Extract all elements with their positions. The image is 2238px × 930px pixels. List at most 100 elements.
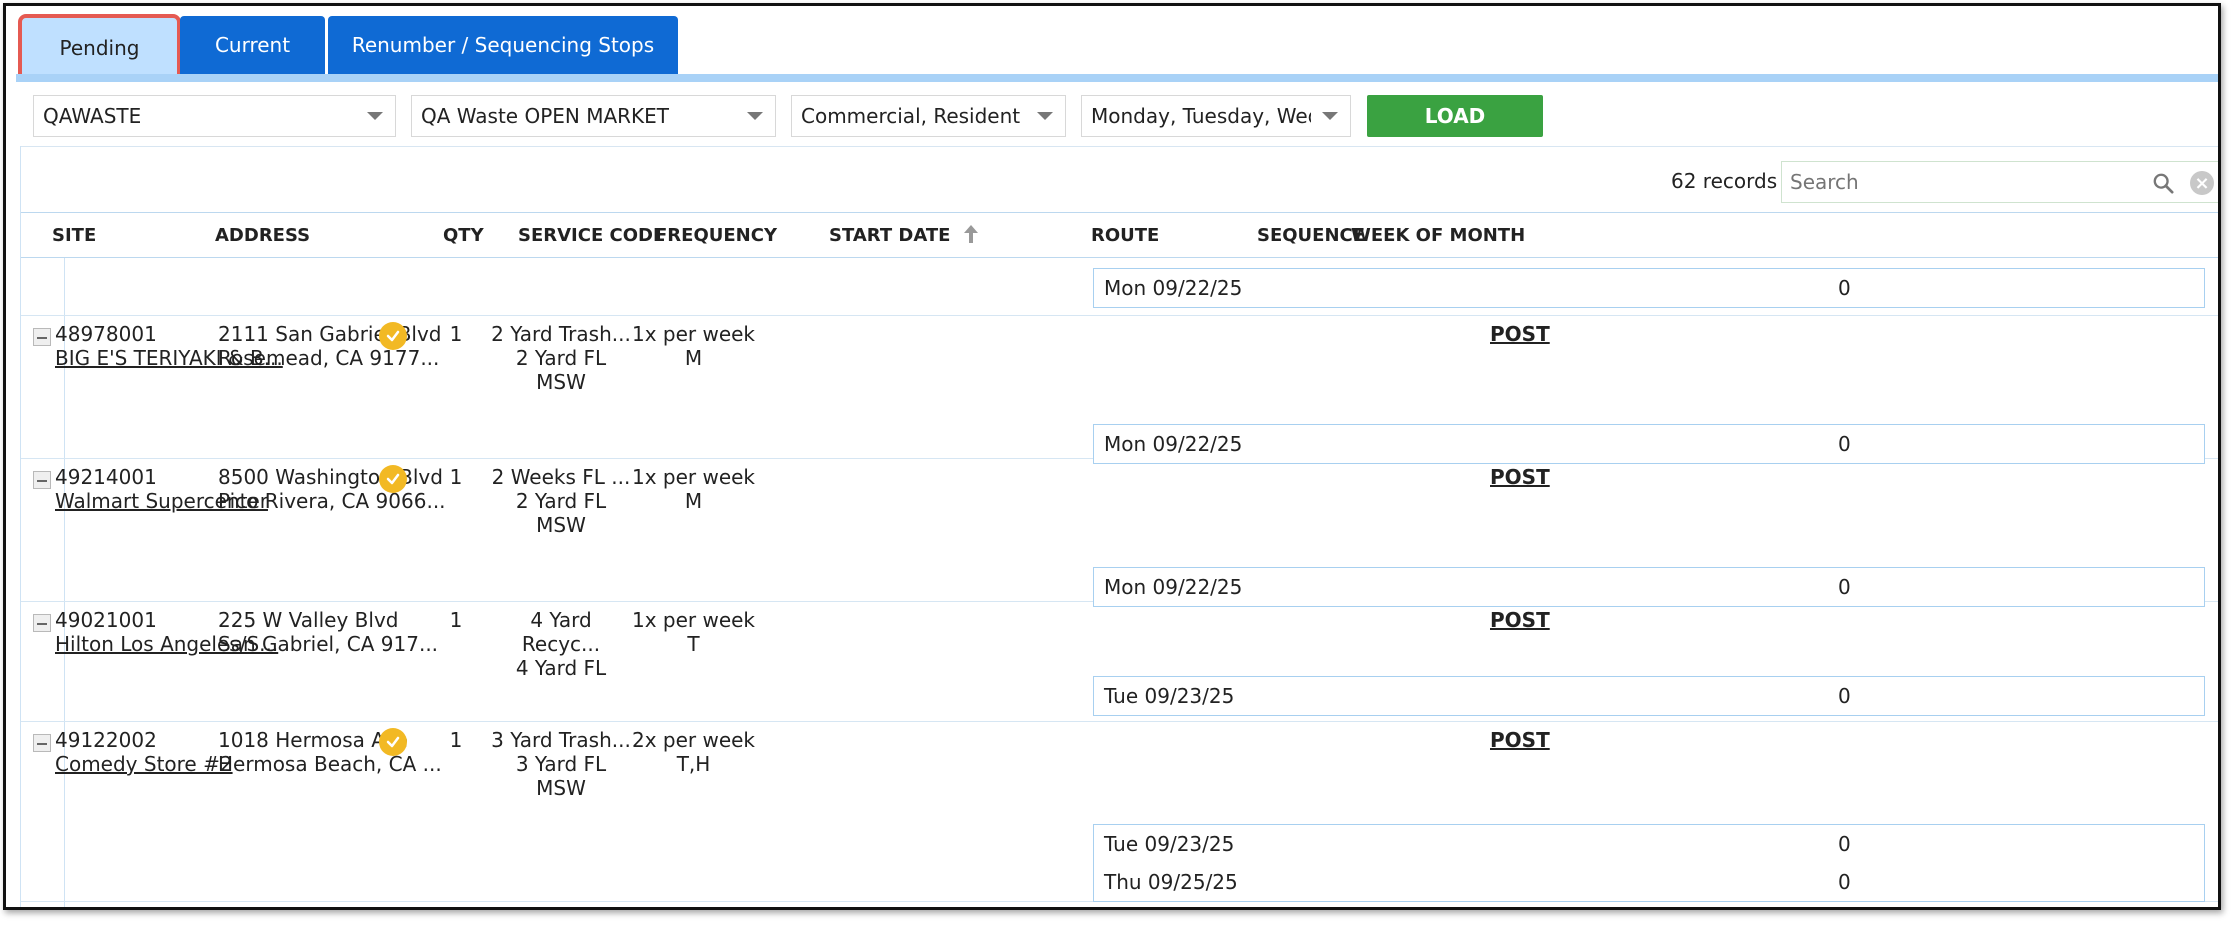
address-line-2: Pico Rivera, CA 9066...: [218, 489, 446, 513]
collapse-icon[interactable]: [33, 734, 51, 752]
chevron-down-icon: [367, 112, 383, 120]
search-icon[interactable]: [2152, 172, 2174, 194]
service-line: 2 Yard FL: [515, 346, 607, 370]
site-id: 49122002: [55, 728, 157, 752]
address-line-1: 8500 Washington Blvd: [218, 465, 443, 489]
schedule-date: Tue 09/23/25: [1104, 684, 1235, 708]
table-row: 49122002 Comedy Store #2 1018 Hermosa Av…: [21, 722, 2218, 902]
schedule-box: Mon 09/22/25 0: [1093, 268, 2205, 308]
address-cell: 8500 Washington Blvd Pico Rivera, CA 906…: [218, 465, 446, 513]
collapse-icon[interactable]: [33, 471, 51, 489]
schedule-box: Mon 09/22/25 0: [1093, 567, 2205, 607]
address-line-2: Rosemead, CA 9177...: [218, 346, 440, 370]
table-row: Mon 09/22/25 0: [21, 258, 2218, 316]
service-line: 2 Yard Trash...: [491, 322, 631, 346]
post-link[interactable]: POST: [1490, 465, 1550, 489]
qty-cell: 1: [449, 322, 463, 346]
table-row: 49214001 Walmart Supercenter 8500 Washin…: [21, 459, 2218, 607]
service-line: MSW: [536, 370, 586, 394]
grid-toolbar: 62 records ×: [21, 146, 2218, 212]
schedule-box: Tue 09/23/25 0: [1093, 676, 2205, 716]
service-type-select[interactable]: Commercial, Residential: [791, 95, 1066, 137]
address-cell: 225 W Valley Blvd San Gabriel, CA 917...: [218, 608, 438, 656]
col-start-date-label: START DATE: [829, 225, 951, 246]
schedule-line[interactable]: Tue 09/23/25 0: [1094, 677, 2204, 715]
frequency-days: T: [687, 632, 700, 656]
col-sequence[interactable]: SEQUENCE: [1257, 225, 1365, 246]
sort-ascending-icon: [963, 225, 978, 243]
col-start-date[interactable]: START DATE: [829, 225, 979, 246]
tab-current[interactable]: Current: [180, 16, 325, 74]
address-line-1: 2111 San Gabriel Blvd: [218, 322, 442, 346]
verified-check-icon: [379, 322, 407, 350]
site-name-link[interactable]: Comedy Store #2: [55, 752, 233, 776]
verified-check-icon: [379, 728, 407, 756]
service-line: 3 Yard Trash...: [491, 728, 631, 752]
app-window: Pending Current Renumber / Sequencing St…: [3, 3, 2221, 910]
schedule-line[interactable]: Mon 09/22/25 0: [1094, 269, 2204, 307]
company-select-value: QAWASTE: [43, 104, 142, 128]
col-qty[interactable]: QTY: [443, 225, 484, 246]
schedule-sequence: 0: [1838, 276, 1851, 300]
load-button[interactable]: LOAD: [1367, 95, 1543, 137]
service-line: 4 Yard Recyc...: [521, 608, 601, 656]
service-code-cell: 2 Weeks FL ... 2 Yard FL MSW: [491, 465, 631, 537]
col-site[interactable]: SITE: [52, 225, 96, 246]
record-count: 62 records: [1671, 169, 1778, 193]
schedule-line[interactable]: Mon 09/22/25 0: [1094, 425, 2204, 463]
address-cell: 2111 San Gabriel Blvd Rosemead, CA 9177.…: [218, 322, 442, 370]
days-select[interactable]: Monday, Tuesday, Wednesday: [1081, 95, 1351, 137]
grid-header: SITE ADDRESS QTY SERVICE CODE FREQUENCY …: [21, 212, 2218, 258]
tab-renumber-sequencing-stops[interactable]: Renumber / Sequencing Stops: [328, 16, 678, 74]
address-line-2: Hermosa Beach, CA ...: [218, 752, 442, 776]
days-select-value: Monday, Tuesday, Wednesday: [1091, 104, 1311, 128]
market-select[interactable]: QA Waste OPEN MARKET: [411, 95, 776, 137]
clear-search-icon[interactable]: ×: [2190, 171, 2214, 195]
service-line: MSW: [536, 776, 586, 800]
schedule-date: Mon 09/22/25: [1104, 432, 1243, 456]
service-line: 2 Weeks FL ...: [491, 465, 631, 489]
post-link[interactable]: POST: [1490, 608, 1550, 632]
qty-cell: 1: [449, 465, 463, 489]
site-cell: 49122002 Comedy Store #2: [55, 728, 233, 776]
schedule-box: Mon 09/22/25 0: [1093, 424, 2205, 464]
schedule-sequence: 0: [1838, 575, 1851, 599]
schedule-sequence: 0: [1838, 684, 1851, 708]
col-frequency[interactable]: FREQUENCY: [655, 225, 777, 246]
address-line-1: 1018 Hermosa Ave: [218, 728, 408, 752]
table-row: 49021001 Hilton Los Angeles/S... 225 W V…: [21, 602, 2218, 722]
address-line-1: 225 W Valley Blvd: [218, 608, 399, 632]
col-week-of-month[interactable]: WEEK OF MONTH: [1351, 225, 1525, 246]
frequency-cell: 1x per week M: [631, 465, 756, 513]
collapse-icon[interactable]: [33, 614, 51, 632]
service-line: 4 Yard FL: [515, 656, 607, 680]
chevron-down-icon: [747, 112, 763, 120]
service-code-cell: 3 Yard Trash... 3 Yard FL MSW: [491, 728, 631, 800]
col-route[interactable]: ROUTE: [1091, 225, 1159, 246]
address-cell: 1018 Hermosa Ave Hermosa Beach, CA ...: [218, 728, 442, 776]
tab-underline: [16, 74, 2218, 82]
frequency-line: 2x per week: [631, 728, 756, 752]
col-service-code[interactable]: SERVICE CODE: [518, 225, 665, 246]
tab-pending[interactable]: Pending: [18, 14, 181, 82]
post-link[interactable]: POST: [1490, 322, 1550, 346]
filter-row: QAWASTE QA Waste OPEN MARKET Commercial,…: [33, 94, 1543, 138]
schedule-sequence: 0: [1838, 832, 1851, 856]
schedule-line[interactable]: Thu 09/25/25 0: [1094, 863, 2204, 901]
company-select[interactable]: QAWASTE: [33, 95, 396, 137]
schedule-line[interactable]: Tue 09/23/25 0: [1094, 825, 2204, 863]
table-row: 48978001 BIG E'S TERIYAKI & B... 2111 Sa…: [21, 316, 2218, 464]
frequency-line: 1x per week: [631, 608, 756, 632]
post-link[interactable]: POST: [1490, 728, 1550, 752]
schedule-date: Tue 09/23/25: [1104, 832, 1235, 856]
schedule-sequence: 0: [1838, 432, 1851, 456]
schedule-sequence: 0: [1838, 870, 1851, 894]
collapse-icon[interactable]: [33, 328, 51, 346]
col-address[interactable]: ADDRESS: [215, 225, 310, 246]
schedule-box: Tue 09/23/25 0 Thu 09/25/25 0: [1093, 824, 2205, 902]
verified-check-icon: [379, 465, 407, 493]
service-line: MSW: [536, 513, 586, 537]
frequency-line: 1x per week: [631, 322, 756, 346]
schedule-line[interactable]: Mon 09/22/25 0: [1094, 568, 2204, 606]
search-input[interactable]: [1790, 170, 2120, 194]
